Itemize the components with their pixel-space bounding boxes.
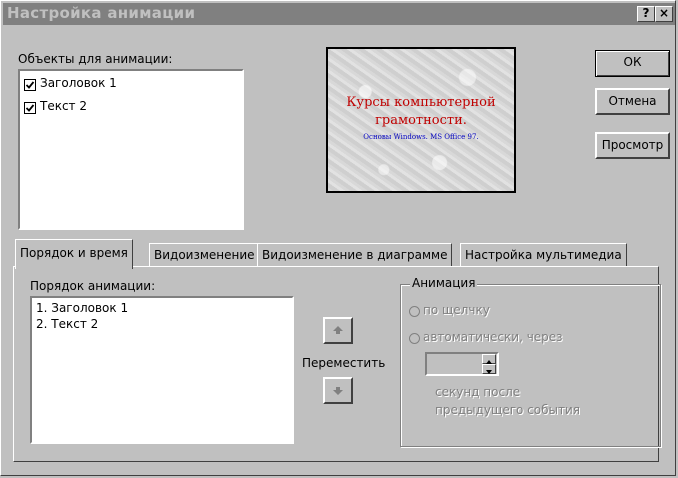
on-click-label: по щелчку (423, 303, 490, 317)
objects-label: Объекты для анимации: (18, 52, 173, 66)
tab-effects[interactable]: Видоизменение (149, 243, 260, 267)
spin-up-button[interactable] (482, 354, 496, 364)
move-down-button[interactable] (323, 377, 353, 404)
cancel-button[interactable]: Отмена (595, 88, 670, 115)
order-list[interactable]: 1. Заголовок 1 2. Текст 2 (30, 296, 294, 444)
preview-title-line1: Курсы компьютерной (346, 95, 496, 110)
close-button[interactable]: × (655, 6, 673, 22)
help-button[interactable]: ? (637, 6, 655, 22)
preview-button[interactable]: Просмотр (595, 132, 670, 159)
tab-multimedia-settings[interactable]: Настройка мультимедиа (460, 243, 627, 267)
list-item[interactable]: 2. Текст 2 (36, 317, 98, 331)
ok-button[interactable]: ОК (595, 50, 670, 77)
radio-automatically[interactable] (409, 333, 420, 344)
object-1-label: Заголовок 1 (40, 76, 117, 90)
checkbox-object-1[interactable] (24, 79, 36, 91)
automatically-label: автоматически, через (423, 330, 563, 344)
slide-preview: Курсы компьютерной грамотности. Основы W… (326, 47, 516, 193)
preview-subtitle: Основы Windows. MS Office 97. (363, 133, 479, 141)
window-title: Настройка анимации (7, 4, 196, 22)
move-up-button[interactable] (323, 317, 353, 344)
objects-list[interactable]: Заголовок 1 Текст 2 (18, 69, 244, 230)
order-label: Порядок анимации: (30, 279, 156, 293)
arrow-down-icon (333, 387, 343, 395)
preview-title-line2: грамотности. (375, 113, 467, 128)
tab-chart-effects[interactable]: Видоизменение в диаграмме (257, 243, 453, 267)
checkbox-object-2[interactable] (24, 102, 36, 114)
animation-group-label: Анимация (410, 276, 478, 290)
arrow-up-icon (333, 326, 343, 334)
move-label: Переместить (302, 356, 386, 370)
previous-event-label: предыдущего события (435, 403, 580, 417)
title-bar[interactable]: Настройка анимации ? × (3, 3, 675, 25)
checkmark-icon (25, 104, 35, 112)
slide-thumbnail: Курсы компьютерной грамотности. Основы W… (328, 49, 514, 191)
radio-on-click[interactable] (409, 306, 420, 317)
spin-down-button[interactable] (482, 364, 496, 374)
seconds-after-label: секунд после (435, 385, 521, 399)
tab-order-and-timing[interactable]: Порядок и время (15, 239, 133, 269)
object-2-label: Текст 2 (40, 99, 87, 113)
animation-settings-dialog: Настройка анимации ? × Объекты для анима… (0, 0, 676, 476)
spin-down-icon (486, 370, 492, 374)
list-item[interactable]: 1. Заголовок 1 (36, 301, 128, 315)
seconds-spinner[interactable] (482, 354, 496, 374)
checkmark-icon (25, 81, 35, 89)
